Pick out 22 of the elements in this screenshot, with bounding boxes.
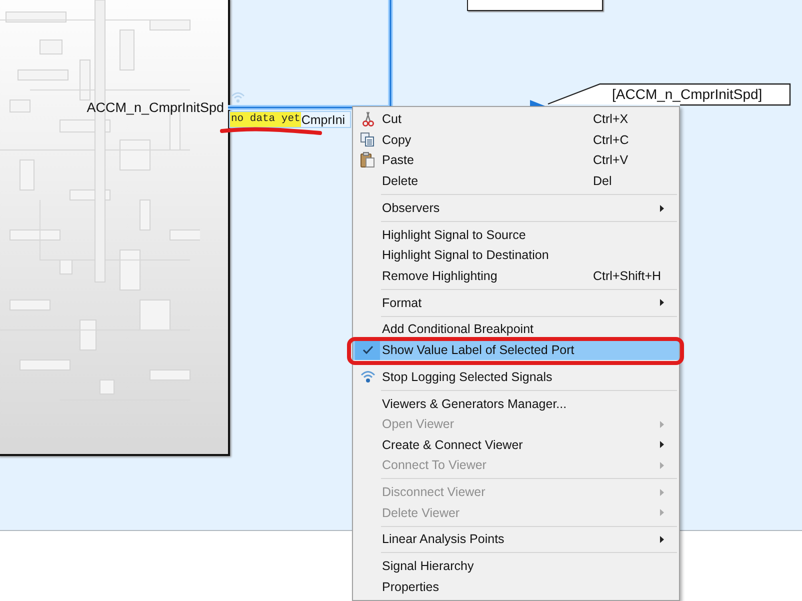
- menu-item[interactable]: Cut Ctrl+X: [353, 109, 679, 130]
- menu-item[interactable]: Observers: [353, 198, 679, 218]
- signal-name: CmprIni: [301, 112, 346, 126]
- menu-item[interactable]: Signal Hierarchy: [353, 556, 679, 577]
- menu-item[interactable]: Highlight Signal to Destination: [353, 244, 679, 266]
- goto-tag: [ACCM_n_CmprInitSpd]: [612, 86, 762, 102]
- menu-item[interactable]: Copy Ctrl+C: [353, 130, 679, 150]
- menu-item[interactable]: Paste Ctrl+V: [353, 150, 679, 171]
- value-label: no data yet: [230, 112, 302, 127]
- menu-item[interactable]: Add Conditional Breakpoint: [353, 319, 679, 340]
- menu-item[interactable]: Viewers & Generators Manager...: [353, 393, 679, 414]
- menu-item[interactable]: Stop Logging Selected Signals: [353, 366, 679, 388]
- menu-item[interactable]: Highlight Signal to Source: [353, 224, 679, 245]
- menu-item[interactable]: Show Value Label of Selected Port: [353, 340, 679, 360]
- menu-item[interactable]: Linear Analysis Points: [353, 529, 679, 550]
- menu-item[interactable]: Remove Highlighting Ctrl+Shift+H: [353, 266, 679, 286]
- menu-item[interactable]: Properties: [353, 576, 679, 598]
- menu-item[interactable]: Create & Connect Viewer: [353, 434, 679, 456]
- menu-item[interactable]: Delete Del: [353, 170, 679, 192]
- subsystem-block[interactable]: ACCM_n_CmprInitSpd: [0, 0, 230, 456]
- menu-item[interactable]: Format: [353, 292, 679, 313]
- port-label: ACCM_n_CmprInitSpd: [86, 100, 224, 115]
